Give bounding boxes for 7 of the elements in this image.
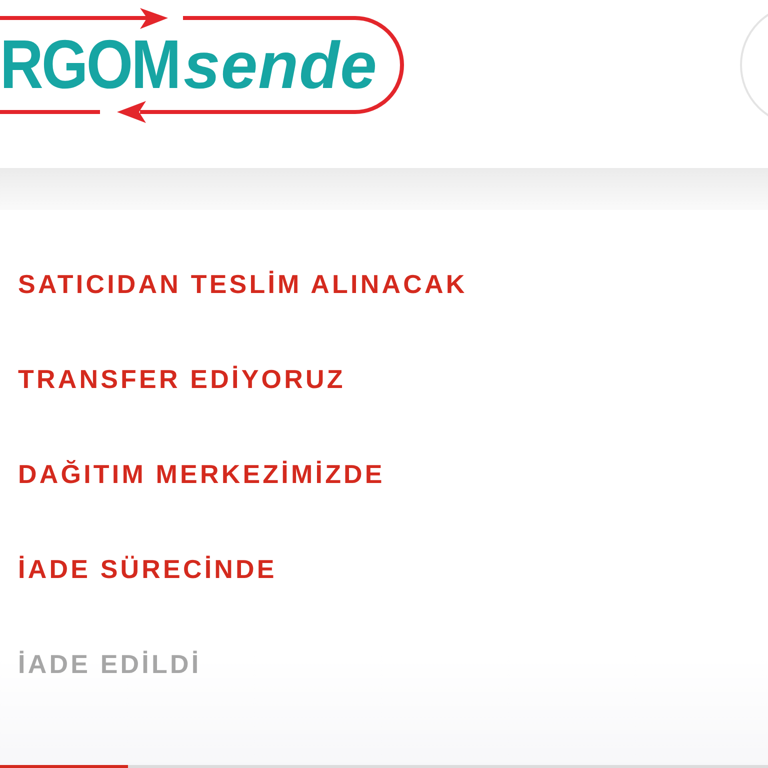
status-label: TRANSFER EDİYORUZ (18, 363, 346, 396)
status-label: İADE SÜRECİNDE (18, 553, 277, 586)
logo-text: sende (183, 32, 378, 98)
status-label: SATICIDAN TESLİM ALINACAK (18, 268, 468, 301)
logo-text: RGOM (0, 30, 180, 100)
status-label: DAĞITIM MERKEZİMİZDE (18, 458, 385, 491)
status-label: İADE EDİLDİ (18, 648, 202, 681)
